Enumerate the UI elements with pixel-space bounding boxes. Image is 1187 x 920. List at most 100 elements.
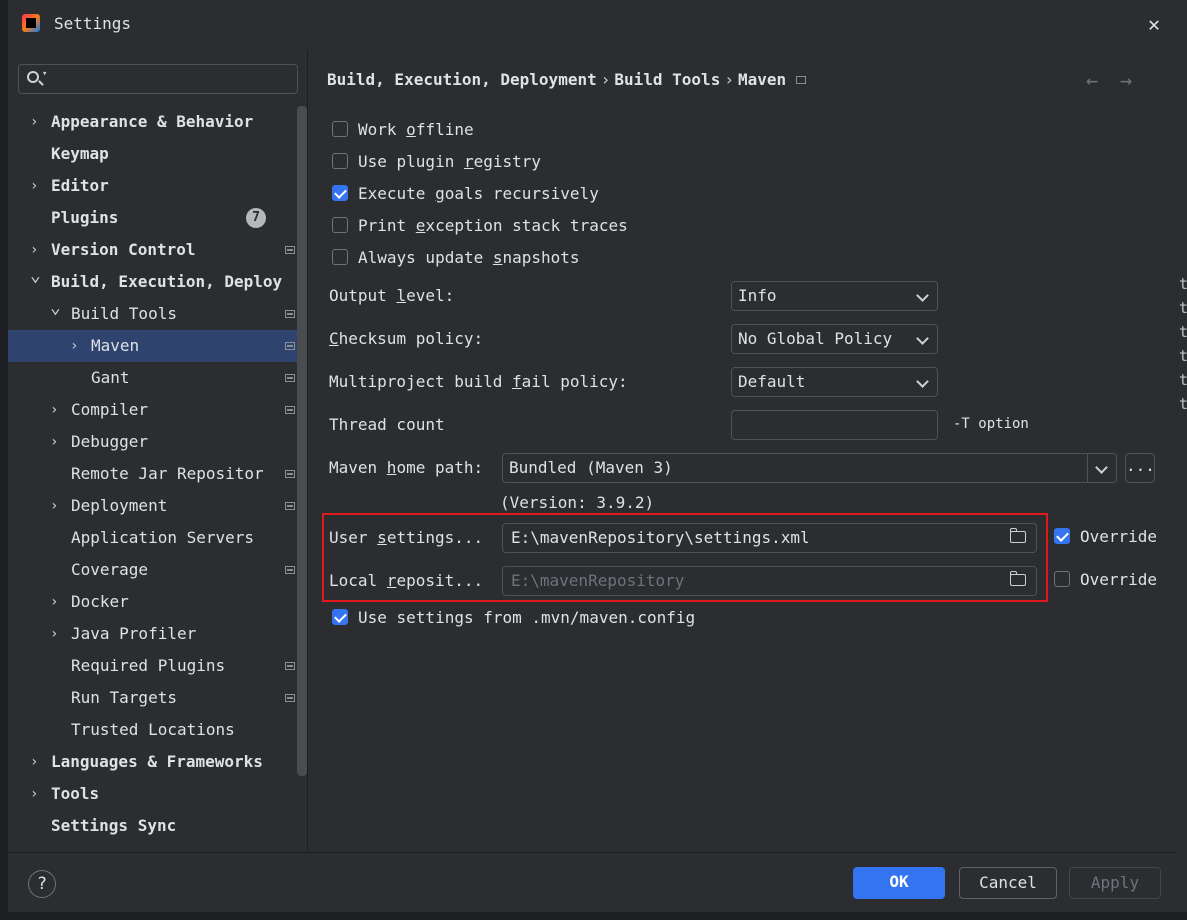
maven-home-browse-button[interactable]: ... [1125, 453, 1155, 483]
thread-count-label: Thread count [329, 415, 445, 434]
sidebar-item[interactable]: › Debugger [8, 426, 307, 458]
close-button[interactable]: ✕ [1142, 12, 1166, 36]
chevron-right-icon[interactable]: › [50, 586, 58, 618]
override-label: Override [1080, 570, 1158, 589]
sidebar-item-label: Java Profiler [71, 624, 197, 643]
sidebar-item[interactable]: › Version Control [8, 234, 307, 266]
breadcrumb-separator: › [724, 70, 734, 89]
settings-tree: › Appearance & Behavior Keymap › Editor Plugi… [8, 106, 307, 850]
checkbox-box[interactable] [332, 185, 348, 201]
chevron-right-icon[interactable]: › [30, 778, 38, 810]
sidebar-item[interactable]: › Java Profiler [8, 618, 307, 650]
thread-count-input[interactable] [731, 410, 938, 440]
chevron-right-icon[interactable]: › [30, 746, 38, 778]
sidebar-item[interactable]: Trusted Locations [8, 714, 307, 746]
maven-home-value: Bundled (Maven 3) [509, 458, 673, 477]
sidebar-item[interactable]: › Deployment [8, 490, 307, 522]
sidebar-item[interactable]: › Tools [8, 778, 307, 810]
help-button[interactable]: ? [28, 870, 56, 898]
chevron-right-icon[interactable]: › [70, 330, 78, 362]
sidebar-item-label: Deployment [71, 496, 168, 515]
sidebar-item[interactable]: › Languages & Frameworks [8, 746, 307, 778]
sidebar-item[interactable]: › Compiler [8, 394, 307, 426]
checkbox-label: Always update snapshots [358, 246, 580, 270]
checkbox-box[interactable] [1054, 571, 1070, 587]
checksum-policy-value: No Global Policy [738, 329, 893, 348]
chevron-down-icon [916, 289, 929, 302]
sidebar-item-label: Appearance & Behavior [51, 112, 254, 131]
checkbox-box[interactable] [1054, 528, 1070, 544]
label-part: Always update [358, 248, 493, 267]
sidebar-item[interactable]: Keymap [8, 138, 307, 170]
override-label: Override [1080, 527, 1158, 546]
checkbox-box[interactable] [332, 121, 348, 137]
sidebar-item[interactable]: Settings Sync [8, 810, 307, 842]
checksum-policy-label: Checksum policy: [329, 327, 483, 351]
splitter[interactable] [307, 50, 308, 852]
sidebar-item-label: Version Control [51, 240, 196, 259]
checksum-policy-select[interactable]: No Global Policy [731, 324, 938, 354]
cancel-button[interactable]: Cancel [959, 867, 1057, 899]
sidebar-item[interactable]: Application Servers [8, 522, 307, 554]
chevron-down-icon[interactable]: ⌄ [30, 260, 41, 292]
label-part: Use plugin [358, 152, 464, 171]
chevron-right-icon[interactable]: › [50, 394, 58, 426]
combo-divider [1087, 454, 1088, 482]
sidebar-item[interactable]: ⌄ Build Tools [8, 297, 307, 330]
label-part: ail policy: [521, 372, 628, 391]
project-level-icon [285, 310, 295, 318]
sidebar-item[interactable]: › Maven [8, 330, 307, 362]
maven-home-select[interactable]: Bundled (Maven 3) [502, 453, 1117, 483]
sidebar-item-label: Docker [71, 592, 129, 611]
sidebar-item[interactable]: Plugins 7 [8, 202, 307, 234]
sidebar-item-label: Build Tools [71, 304, 177, 323]
label-part: C [329, 329, 339, 348]
apply-button[interactable]: Apply [1069, 867, 1161, 899]
checkbox-label: Use plugin registry [358, 150, 541, 174]
thread-count-hint: -T option [953, 416, 1029, 432]
checkbox-box[interactable] [332, 153, 348, 169]
sidebar-item[interactable]: Coverage [8, 554, 307, 586]
sidebar-item[interactable]: › Editor [8, 170, 307, 202]
chevron-right-icon[interactable]: › [50, 618, 58, 650]
sidebar-item-label: Settings Sync [51, 816, 177, 835]
chevron-right-icon[interactable]: › [50, 490, 58, 522]
settings-search[interactable]: ▾ [18, 64, 298, 94]
ok-button[interactable]: OK [853, 867, 945, 899]
sidebar-item[interactable]: Remote Jar Repositor [8, 458, 307, 490]
breadcrumb-item: Maven [737, 70, 787, 89]
maven-version-text: (Version: 3.9.2) [500, 493, 655, 512]
label-part: o [406, 120, 416, 139]
checkbox-box[interactable] [332, 217, 348, 233]
fail-policy-value: Default [738, 372, 806, 391]
search-input[interactable] [53, 67, 287, 91]
sidebar-item[interactable]: Run Targets [8, 682, 307, 714]
fail-policy-select[interactable]: Default [731, 367, 938, 397]
tree-scrollbar[interactable] [297, 106, 307, 776]
output-level-select[interactable]: Info [731, 281, 938, 311]
settings-dialog: Settings ✕ ▾ › Appearance & Behavior Keyma… [8, 0, 1176, 912]
checkbox-box[interactable] [332, 609, 348, 625]
checkbox-box[interactable] [332, 249, 348, 265]
chevron-right-icon[interactable]: › [30, 106, 38, 138]
chevron-down-icon[interactable]: ▾ [42, 69, 47, 79]
forward-arrow-icon[interactable]: → [1120, 68, 1132, 92]
sidebar-item[interactable]: › Appearance & Behavior [8, 106, 307, 138]
label-part: Maven [329, 458, 387, 477]
checkbox-label: Print exception stack traces [358, 214, 628, 238]
sidebar-item[interactable]: Gant [8, 362, 307, 394]
sidebar-item[interactable]: › Docker [8, 586, 307, 618]
highlight-annotation [322, 513, 1048, 602]
sidebar-item-label: Required Plugins [71, 656, 226, 675]
chevron-right-icon[interactable]: › [50, 426, 58, 458]
chevron-down-icon [1095, 461, 1108, 474]
chevron-right-icon[interactable]: › [30, 170, 38, 202]
checkbox-label: Use settings from .mvn/maven.config [358, 606, 695, 630]
back-arrow-icon[interactable]: ← [1086, 68, 1098, 92]
label-part: h [386, 458, 397, 477]
label-part: Work [358, 120, 407, 139]
chevron-down-icon[interactable]: ⌄ [50, 292, 61, 324]
project-level-icon [285, 406, 295, 414]
sidebar-item[interactable]: Required Plugins [8, 650, 307, 682]
project-level-icon [285, 342, 295, 350]
